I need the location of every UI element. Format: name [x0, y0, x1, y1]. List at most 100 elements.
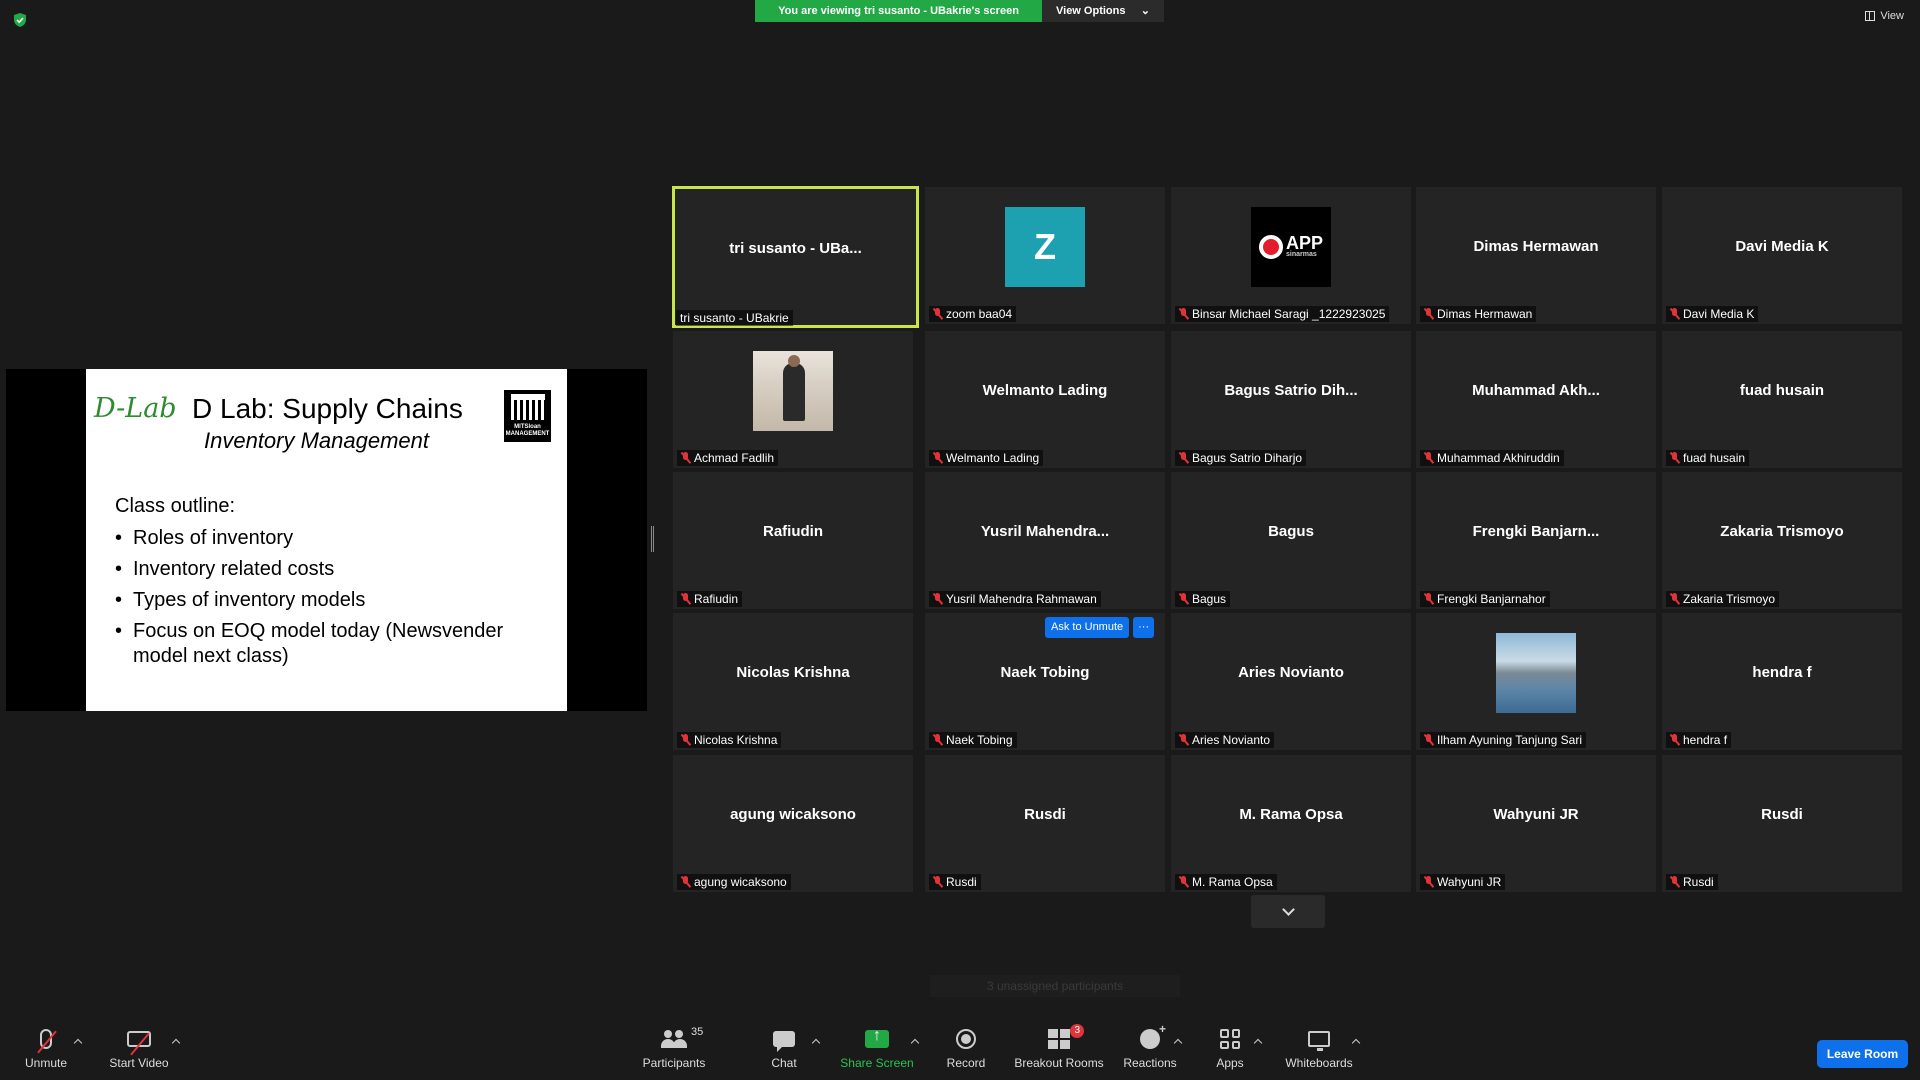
participant-photo	[753, 350, 833, 431]
participant-name: Rafiudin	[694, 592, 739, 606]
participant-tile[interactable]: Zzoom baa04	[925, 187, 1165, 324]
participant-name-label: Davi Media K	[1666, 306, 1759, 322]
participant-tile[interactable]: agung wicaksono agung wicaksono	[673, 755, 913, 892]
participant-name-label: Naek Tobing	[929, 732, 1017, 748]
participant-tile[interactable]: Bagus Satrio Dih... Bagus Satrio Diharjo	[1171, 331, 1411, 468]
outline-item: Inventory related costs	[115, 557, 555, 582]
microphone-muted-icon	[681, 876, 690, 888]
participant-display-name: Zakaria Trismoyo	[1720, 523, 1844, 540]
participant-tile[interactable]: Welmanto Lading Welmanto Lading	[925, 331, 1165, 468]
participant-tile[interactable]: hendra f hendra f	[1662, 613, 1902, 750]
participant-display-name: Dimas Hermawan	[1473, 238, 1599, 255]
participant-tile[interactable]: Frengki Banjarn... Frengki Banjarnahor	[1416, 472, 1656, 609]
participant-name: hendra f	[1683, 733, 1728, 747]
participant-name: Welmanto Lading	[946, 451, 1040, 465]
ask-to-unmute-group: Ask to Unmute ···	[1045, 617, 1155, 638]
participant-name-label: Binsar Michael Saragi _1222923025	[1175, 306, 1390, 322]
participant-tile[interactable]: Muhammad Akh... Muhammad Akhiruddin	[1416, 331, 1656, 468]
participant-tile[interactable]: Bagus Bagus	[1171, 472, 1411, 609]
slide-title: D Lab: Supply Chains	[192, 393, 463, 424]
participant-name-label: Zakaria Trismoyo	[1666, 591, 1780, 607]
chat-button[interactable]: Chat	[764, 1016, 804, 1080]
dlab-logo: D-Lab	[94, 393, 177, 424]
participant-tile[interactable]: Dimas Hermawan Dimas Hermawan	[1416, 187, 1656, 324]
participant-display-name: agung wicaksono	[730, 806, 856, 823]
microphone-muted-icon	[1424, 452, 1433, 464]
participant-name: zoom baa04	[946, 307, 1013, 321]
participant-name: Zakaria Trismoyo	[1683, 592, 1776, 606]
participant-tile[interactable]: Wahyuni JR Wahyuni JR	[1416, 755, 1656, 892]
participant-name-label: Dimas Hermawan	[1420, 306, 1537, 322]
breakout-rooms-button[interactable]: 3 Breakout Rooms	[1012, 1016, 1106, 1080]
view-options-label: View Options	[1056, 5, 1126, 17]
unmute-label: Unmute	[24, 1056, 68, 1070]
microphone-muted-icon	[1670, 308, 1679, 320]
participant-name: Bagus	[1192, 592, 1227, 606]
breakout-rooms-label: Breakout Rooms	[1014, 1056, 1104, 1070]
participants-button[interactable]: 35 Participants	[638, 1016, 710, 1080]
participant-name: Ilham Ayuning Tanjung Sari	[1437, 733, 1582, 747]
participant-display-name: Yusril Mahendra...	[980, 523, 1110, 540]
participant-tile[interactable]: APP sinarmas Binsar Michael Saragi _122292…	[1171, 187, 1411, 324]
participant-tile[interactable]: Yusril Mahendra... Yusril Mahendra Rahmaw…	[925, 472, 1165, 609]
participant-avatar: Z	[1005, 206, 1085, 287]
viewing-banner: You are viewing tri susanto - UBakrie's …	[755, 0, 1164, 22]
participant-display-name: hendra f	[1752, 664, 1812, 681]
record-button[interactable]: Record	[944, 1016, 988, 1080]
participant-tile[interactable]: Ilham Ayuning Tanjung Sari	[1416, 613, 1656, 750]
participant-tile[interactable]: Davi Media K Davi Media K	[1662, 187, 1902, 324]
participant-tile[interactable]: Rafiudin Rafiudin	[673, 472, 913, 609]
participant-display-name: Rafiudin	[763, 523, 823, 540]
microphone-muted-icon	[933, 734, 942, 746]
meeting-toolbar: Unmute Start Video 35 Participants Chat …	[0, 1016, 1920, 1080]
participant-name: tri susanto - UBakrie	[680, 311, 789, 325]
viewing-banner-text: You are viewing tri susanto - UBakrie's …	[755, 0, 1042, 22]
gallery-next-page-button[interactable]	[1251, 895, 1325, 928]
participant-tile[interactable]: Zakaria Trismoyo Zakaria Trismoyo	[1662, 472, 1902, 609]
participant-name-label: tri susanto - UBakrie	[676, 310, 793, 326]
record-label: Record	[946, 1056, 986, 1070]
participant-name-label: Muhammad Akhiruddin	[1420, 450, 1564, 466]
participant-display-name: M. Rama Opsa	[1239, 806, 1343, 823]
microphone-muted-icon	[1179, 452, 1188, 464]
microphone-muted-icon	[1424, 593, 1433, 605]
whiteboards-button[interactable]: Whiteboards	[1282, 1016, 1356, 1080]
participant-tile[interactable]: Aries Novianto Aries Novianto	[1171, 613, 1411, 750]
chat-options-caret[interactable]	[811, 1038, 821, 1048]
view-button[interactable]: View	[1865, 10, 1904, 22]
participant-name-label: Rafiudin	[677, 591, 743, 607]
microphone-muted-icon	[1670, 876, 1679, 888]
apps-options-caret[interactable]	[1253, 1038, 1263, 1048]
participant-tile[interactable]: M. Rama Opsa M. Rama Opsa	[1171, 755, 1411, 892]
participant-display-name: Rusdi	[1024, 806, 1066, 823]
audio-options-caret[interactable]	[73, 1038, 83, 1048]
start-video-button[interactable]: Start Video	[103, 1016, 175, 1080]
participant-name-label: agung wicaksono	[677, 874, 791, 890]
share-screen-button[interactable]: Share Screen	[839, 1016, 915, 1080]
participant-tile[interactable]: Rusdi Rusdi	[1662, 755, 1902, 892]
mit-sloan-logo: MITSloan MANAGEMENT	[504, 390, 551, 442]
unmute-button[interactable]: Unmute	[18, 1016, 74, 1080]
split-view-handle[interactable]	[651, 526, 654, 552]
view-options-button[interactable]: View Options ⌄	[1042, 0, 1164, 22]
participant-display-name: Bagus Satrio Dih...	[1224, 382, 1358, 399]
participant-name-label: Nicolas Krishna	[677, 732, 782, 748]
participant-tile[interactable]: fuad husain fuad husain	[1662, 331, 1902, 468]
share-screen-icon	[865, 1027, 889, 1048]
outline-item: Focus on EOQ model today (Newsvender mod…	[115, 619, 555, 669]
apps-button[interactable]: Apps	[1210, 1016, 1250, 1080]
participant-tile[interactable]: Nicolas Krishna Nicolas Krishna	[673, 613, 913, 750]
leave-room-button[interactable]: Leave Room	[1817, 1040, 1908, 1068]
microphone-muted-icon	[37, 1029, 57, 1054]
participant-tile[interactable]: Rusdi Rusdi	[925, 755, 1165, 892]
share-screen-label: Share Screen	[840, 1056, 914, 1070]
zoom-meeting-window: You are viewing tri susanto - UBakrie's …	[0, 0, 1920, 1080]
reactions-button[interactable]: Reactions	[1123, 1016, 1176, 1080]
participant-tile[interactable]: Achmad Fadlih	[673, 331, 913, 468]
more-options-button[interactable]: ···	[1133, 617, 1155, 638]
encryption-shield-icon[interactable]	[13, 13, 27, 27]
microphone-muted-icon	[933, 876, 942, 888]
shared-screen[interactable]: D-Lab D Lab: Supply Chains Inventory Man…	[6, 369, 647, 711]
participant-tile[interactable]: tri susanto - UBa... tri susanto - UBakri…	[672, 186, 919, 328]
ask-to-unmute-button[interactable]: Ask to Unmute	[1045, 617, 1130, 638]
